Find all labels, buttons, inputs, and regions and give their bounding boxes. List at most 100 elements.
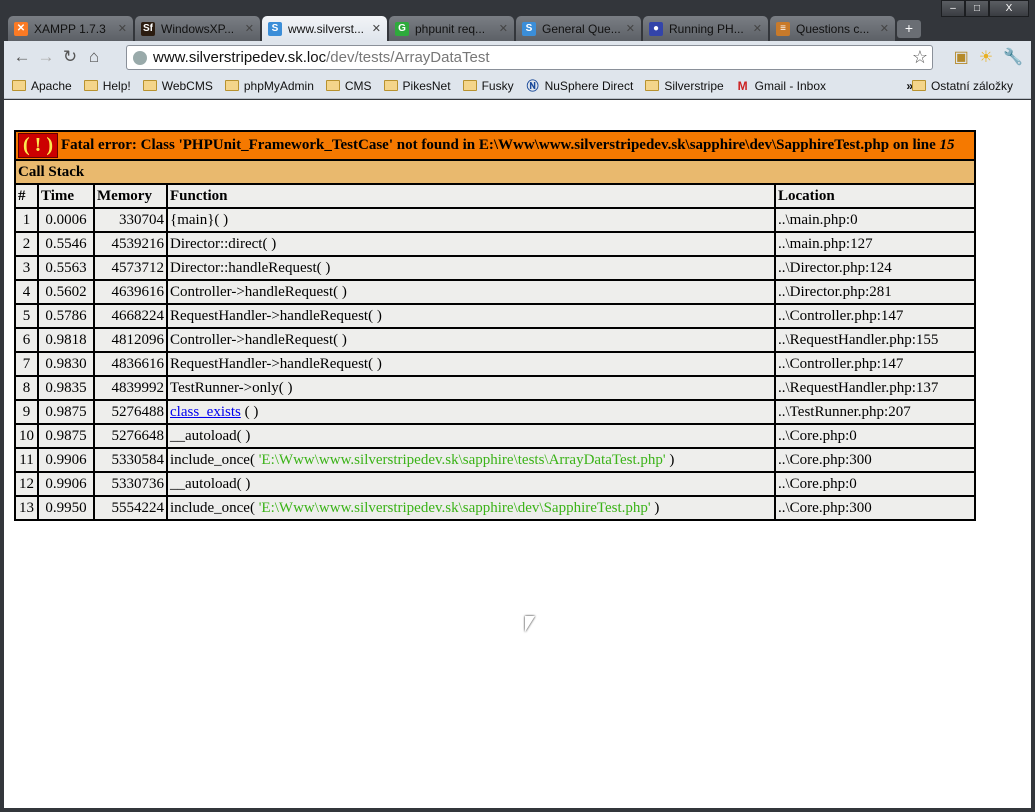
cell-time: 0.5563 [38, 256, 94, 280]
bookmark-7[interactable]: Ⓝ NuSphere Direct [526, 79, 634, 93]
cell-memory: 4839992 [94, 376, 167, 400]
tab-0[interactable]: ✕ XAMPP 1.7.3 ✕ [8, 16, 133, 41]
cell-time: 0.0006 [38, 208, 94, 232]
cell-function: {main}( ) [167, 208, 775, 232]
tab-2[interactable]: Swww.silverst... ✕ [262, 16, 387, 41]
cell-location: ..\Core.php:0 [775, 424, 975, 448]
nusphere-icon: Ⓝ [526, 78, 539, 93]
cell-number: 8 [15, 376, 38, 400]
tab-label: XAMPP 1.7.3 [34, 21, 106, 36]
wrench-icon[interactable]: 🔧 [1003, 47, 1023, 67]
cell-memory: 330704 [94, 208, 167, 232]
cell-memory: 5276648 [94, 424, 167, 448]
tab-close-icon[interactable]: ✕ [753, 22, 762, 35]
col-location: Location [775, 184, 975, 208]
tab-1[interactable]: Sf WindowsXP... ✕ [135, 16, 260, 41]
forward-icon[interactable]: → [34, 47, 58, 67]
tab-6[interactable]: ≡ Questions c... ✕ [770, 16, 895, 41]
function-text: ( ) [240, 403, 259, 420]
tab-label: General Que... [542, 21, 621, 36]
tab-4[interactable]: S General Que... ✕ [516, 16, 641, 41]
function-text: __autoload( ) [170, 475, 251, 492]
reload-icon[interactable]: ↻ [58, 47, 82, 67]
cell-location: ..\Controller.php:147 [775, 304, 975, 328]
cell-time: 0.9875 [38, 400, 94, 424]
folder-icon [83, 80, 98, 91]
tab-close-icon[interactable]: ✕ [499, 22, 508, 35]
cell-function: __autoload( ) [167, 424, 775, 448]
minimize-button[interactable]: – [941, 0, 965, 17]
xampp-icon: ✕ [14, 21, 28, 36]
table-row: 9 0.9875 5276488 class_exists ( ) ..\TestRun… [15, 400, 975, 424]
home-icon[interactable]: ⌂ [82, 47, 106, 67]
table-row: 1 0.0006 330704 {main}( ) ..\main.php:0 [15, 208, 975, 232]
function-link[interactable]: class_exists [170, 404, 241, 420]
bookmark-0[interactable]: Apache [12, 79, 72, 93]
extension-box-icon[interactable]: ▣ [954, 47, 969, 67]
bookmark-5[interactable]: PikesNet [383, 79, 451, 93]
star-icon[interactable]: ☆ [912, 47, 928, 68]
maximize-button[interactable]: □ [965, 0, 989, 17]
bookmark-label: Apache [31, 78, 72, 93]
bookmark-label: Help! [102, 78, 131, 93]
cell-time: 0.9950 [38, 496, 94, 520]
cell-time: 0.9830 [38, 352, 94, 376]
cell-time: 0.5546 [38, 232, 94, 256]
function-text: Director::direct( ) [170, 235, 277, 252]
tab-close-icon[interactable]: ✕ [626, 22, 635, 35]
bookmark-2[interactable]: WebCMS [142, 79, 213, 93]
bookmark-3[interactable]: phpMyAdmin [224, 78, 314, 93]
bookmark-1[interactable]: Help! [83, 78, 131, 93]
table-row: 4 0.5602 4639616 Controller->handleRequest(… [15, 280, 975, 304]
tab-3[interactable]: Gphpunit req... ✕ [389, 16, 514, 41]
function-arg: 'E:\Www\www.silverstripedev.sk\sapphire\… [258, 451, 666, 468]
other-bookmarks[interactable]: Ostatní záložky [911, 79, 1013, 93]
error-line: 15 [939, 136, 955, 153]
cell-location: ..\Core.php:300 [775, 448, 975, 472]
cell-function: __autoload( ) [167, 472, 775, 496]
tab-close-icon[interactable]: ✕ [880, 22, 889, 35]
tab-label: WindowsXP... [161, 21, 235, 36]
cell-function: RequestHandler->handleRequest( ) [167, 352, 775, 376]
bookmark-8[interactable]: Silverstripe [645, 79, 724, 93]
bookmark-label: phpMyAdmin [243, 78, 314, 93]
address-bar[interactable]: www.silverstripedev.sk.loc/dev/tests/Arr… [126, 45, 933, 70]
tab-5[interactable]: ● Running PH... ✕ [643, 16, 768, 41]
error-icon: ( ! ) [18, 133, 58, 158]
fatal-error-message: ( ! ) Fatal error: Class 'PHPUnit_Framewo… [15, 131, 975, 160]
cell-location: ..\Director.php:281 [775, 280, 975, 304]
php-icon: ● [649, 21, 663, 36]
function-arg: 'E:\Www\www.silverstripedev.sk\sapphire\… [258, 499, 651, 516]
tab-close-icon[interactable]: ✕ [372, 22, 381, 35]
table-row: 5 0.5786 4668224 RequestHandler->handleRequ… [15, 304, 975, 328]
tab-close-icon[interactable]: ✕ [118, 22, 127, 35]
close-button[interactable]: X [989, 0, 1029, 17]
cell-number: 10 [15, 424, 38, 448]
bookmark-9[interactable]: M Gmail - Inbox [736, 79, 826, 93]
g-icon: G [395, 21, 409, 36]
cell-memory: 4668224 [94, 304, 167, 328]
new-tab-button[interactable]: + [897, 20, 921, 38]
tab-close-icon[interactable]: ✕ [245, 22, 254, 35]
cell-function: Controller->handleRequest( ) [167, 328, 775, 352]
cell-memory: 5276488 [94, 400, 167, 424]
bookmark-6[interactable]: Fusky [462, 79, 514, 93]
cell-location: ..\Director.php:124 [775, 256, 975, 280]
cell-time: 0.5602 [38, 280, 94, 304]
back-icon[interactable]: ← [10, 47, 34, 67]
cell-time: 0.9906 [38, 448, 94, 472]
bookmark-label: NuSphere Direct [544, 78, 634, 93]
function-text: Controller->handleRequest( ) [170, 331, 347, 348]
cell-function: RequestHandler->handleRequest( ) [167, 304, 775, 328]
bookmark-label: Gmail - Inbox [754, 78, 827, 93]
tab-label: www.silverst... [288, 21, 365, 36]
cell-function: Director::direct( ) [167, 232, 775, 256]
bookmark-label: CMS [344, 78, 372, 93]
bookmark-4[interactable]: CMS [325, 78, 372, 93]
url-host: www.silverstripedev.sk.loc [153, 49, 327, 66]
weather-extension-icon[interactable]: ☀ [979, 47, 993, 67]
cell-time: 0.9875 [38, 424, 94, 448]
table-row: 3 0.5563 4573712 Director::handleRequest( )… [15, 256, 975, 280]
function-text: TestRunner->only( ) [170, 379, 293, 396]
cell-memory: 5554224 [94, 496, 167, 520]
